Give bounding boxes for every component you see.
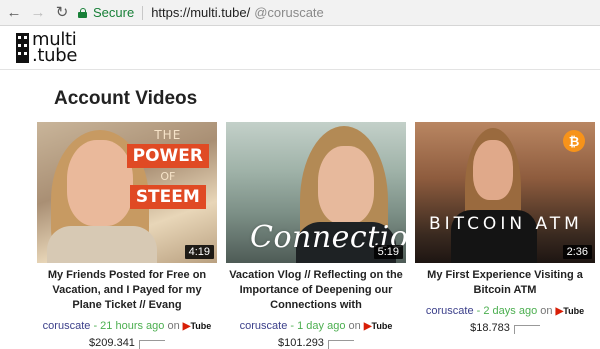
- post-time: 1 day ago: [297, 320, 346, 332]
- video-title[interactable]: My First Experience Visiting a Bitcoin A…: [415, 268, 595, 298]
- video-thumbnail[interactable]: THE POWER OF STEEM 4:19: [37, 122, 217, 263]
- video-meta: coruscate - 21 hours ago on ▶Tube: [42, 320, 212, 332]
- omnibox-divider: [142, 5, 144, 20]
- film-strip-icon: [16, 32, 29, 63]
- url-host: https://multi.tube/: [151, 5, 251, 20]
- post-time: 2 days ago: [483, 305, 538, 317]
- dtube-badge[interactable]: ▶Tube: [363, 321, 393, 332]
- video-card[interactable]: Connection 5:19 Vacation Vlog // Reflect…: [226, 122, 406, 349]
- payout-row: $209.341: [37, 336, 217, 349]
- forward-button[interactable]: →: [30, 5, 46, 21]
- video-duration: 2:36: [562, 245, 592, 259]
- secure-label: Secure: [93, 5, 135, 20]
- logo-wordmark: multi .tube: [32, 30, 78, 66]
- video-meta: coruscate - 2 days ago on ▶Tube: [425, 305, 585, 317]
- post-time: 21 hours ago: [100, 320, 165, 332]
- video-duration: 4:19: [184, 245, 214, 259]
- thumbnail-overlay-text: BITCOIN ATM: [429, 214, 583, 234]
- site-header: multi .tube: [0, 26, 600, 70]
- video-meta: coruscate - 1 day ago on ▶Tube: [239, 320, 393, 332]
- reload-icon: ↻: [55, 4, 69, 21]
- lock-icon: [78, 7, 87, 18]
- dtube-logo-icon: ▶: [363, 321, 372, 332]
- page-title: Account Videos: [54, 88, 198, 109]
- dtube-badge[interactable]: ▶Tube: [556, 306, 585, 317]
- arrow-right-icon: →: [30, 4, 46, 21]
- video-card[interactable]: ₿ BITCOIN ATM 2:36 My First Experience V…: [415, 122, 595, 349]
- url-path: @coruscate: [254, 5, 324, 20]
- bitcoin-icon: ₿: [563, 130, 585, 152]
- video-title[interactable]: My Friends Posted for Free on Vacation, …: [37, 268, 217, 313]
- thumbnail-overlay-text: THE POWER OF STEEM: [126, 128, 209, 209]
- video-card[interactable]: THE POWER OF STEEM 4:19 My Friends Poste…: [37, 122, 217, 349]
- payout-row: $101.293: [226, 336, 406, 349]
- video-thumbnail[interactable]: ₿ BITCOIN ATM 2:36: [415, 122, 595, 263]
- logo-bottom-text: .tube: [32, 44, 78, 66]
- reload-button[interactable]: ↻: [54, 5, 70, 21]
- video-thumbnail[interactable]: Connection 5:19: [226, 122, 406, 263]
- back-button[interactable]: ←: [6, 5, 22, 21]
- arrow-left-icon: ←: [6, 4, 22, 21]
- author-link[interactable]: coruscate: [426, 305, 474, 317]
- dtube-badge[interactable]: ▶Tube: [183, 321, 212, 332]
- site-logo[interactable]: multi .tube: [16, 30, 78, 66]
- vote-slider-icon[interactable]: [138, 340, 165, 349]
- vote-slider-icon[interactable]: [327, 340, 354, 349]
- video-duration: 5:19: [373, 245, 403, 259]
- vote-slider-icon[interactable]: [513, 325, 540, 334]
- author-link[interactable]: coruscate: [240, 320, 288, 332]
- video-grid: THE POWER OF STEEM 4:19 My Friends Poste…: [37, 122, 597, 349]
- address-bar[interactable]: Secure https://multi.tube/@coruscate: [78, 3, 594, 23]
- payout-value: $209.341: [89, 336, 135, 349]
- payout-value: $18.783: [470, 321, 510, 334]
- video-title[interactable]: Vacation Vlog // Reflecting on the Impor…: [226, 268, 406, 313]
- payout-value: $101.293: [278, 336, 324, 349]
- browser-toolbar: ← → ↻ Secure https://multi.tube/@corusca…: [0, 0, 600, 26]
- payout-row: $18.783: [415, 321, 595, 334]
- author-link[interactable]: coruscate: [43, 320, 91, 332]
